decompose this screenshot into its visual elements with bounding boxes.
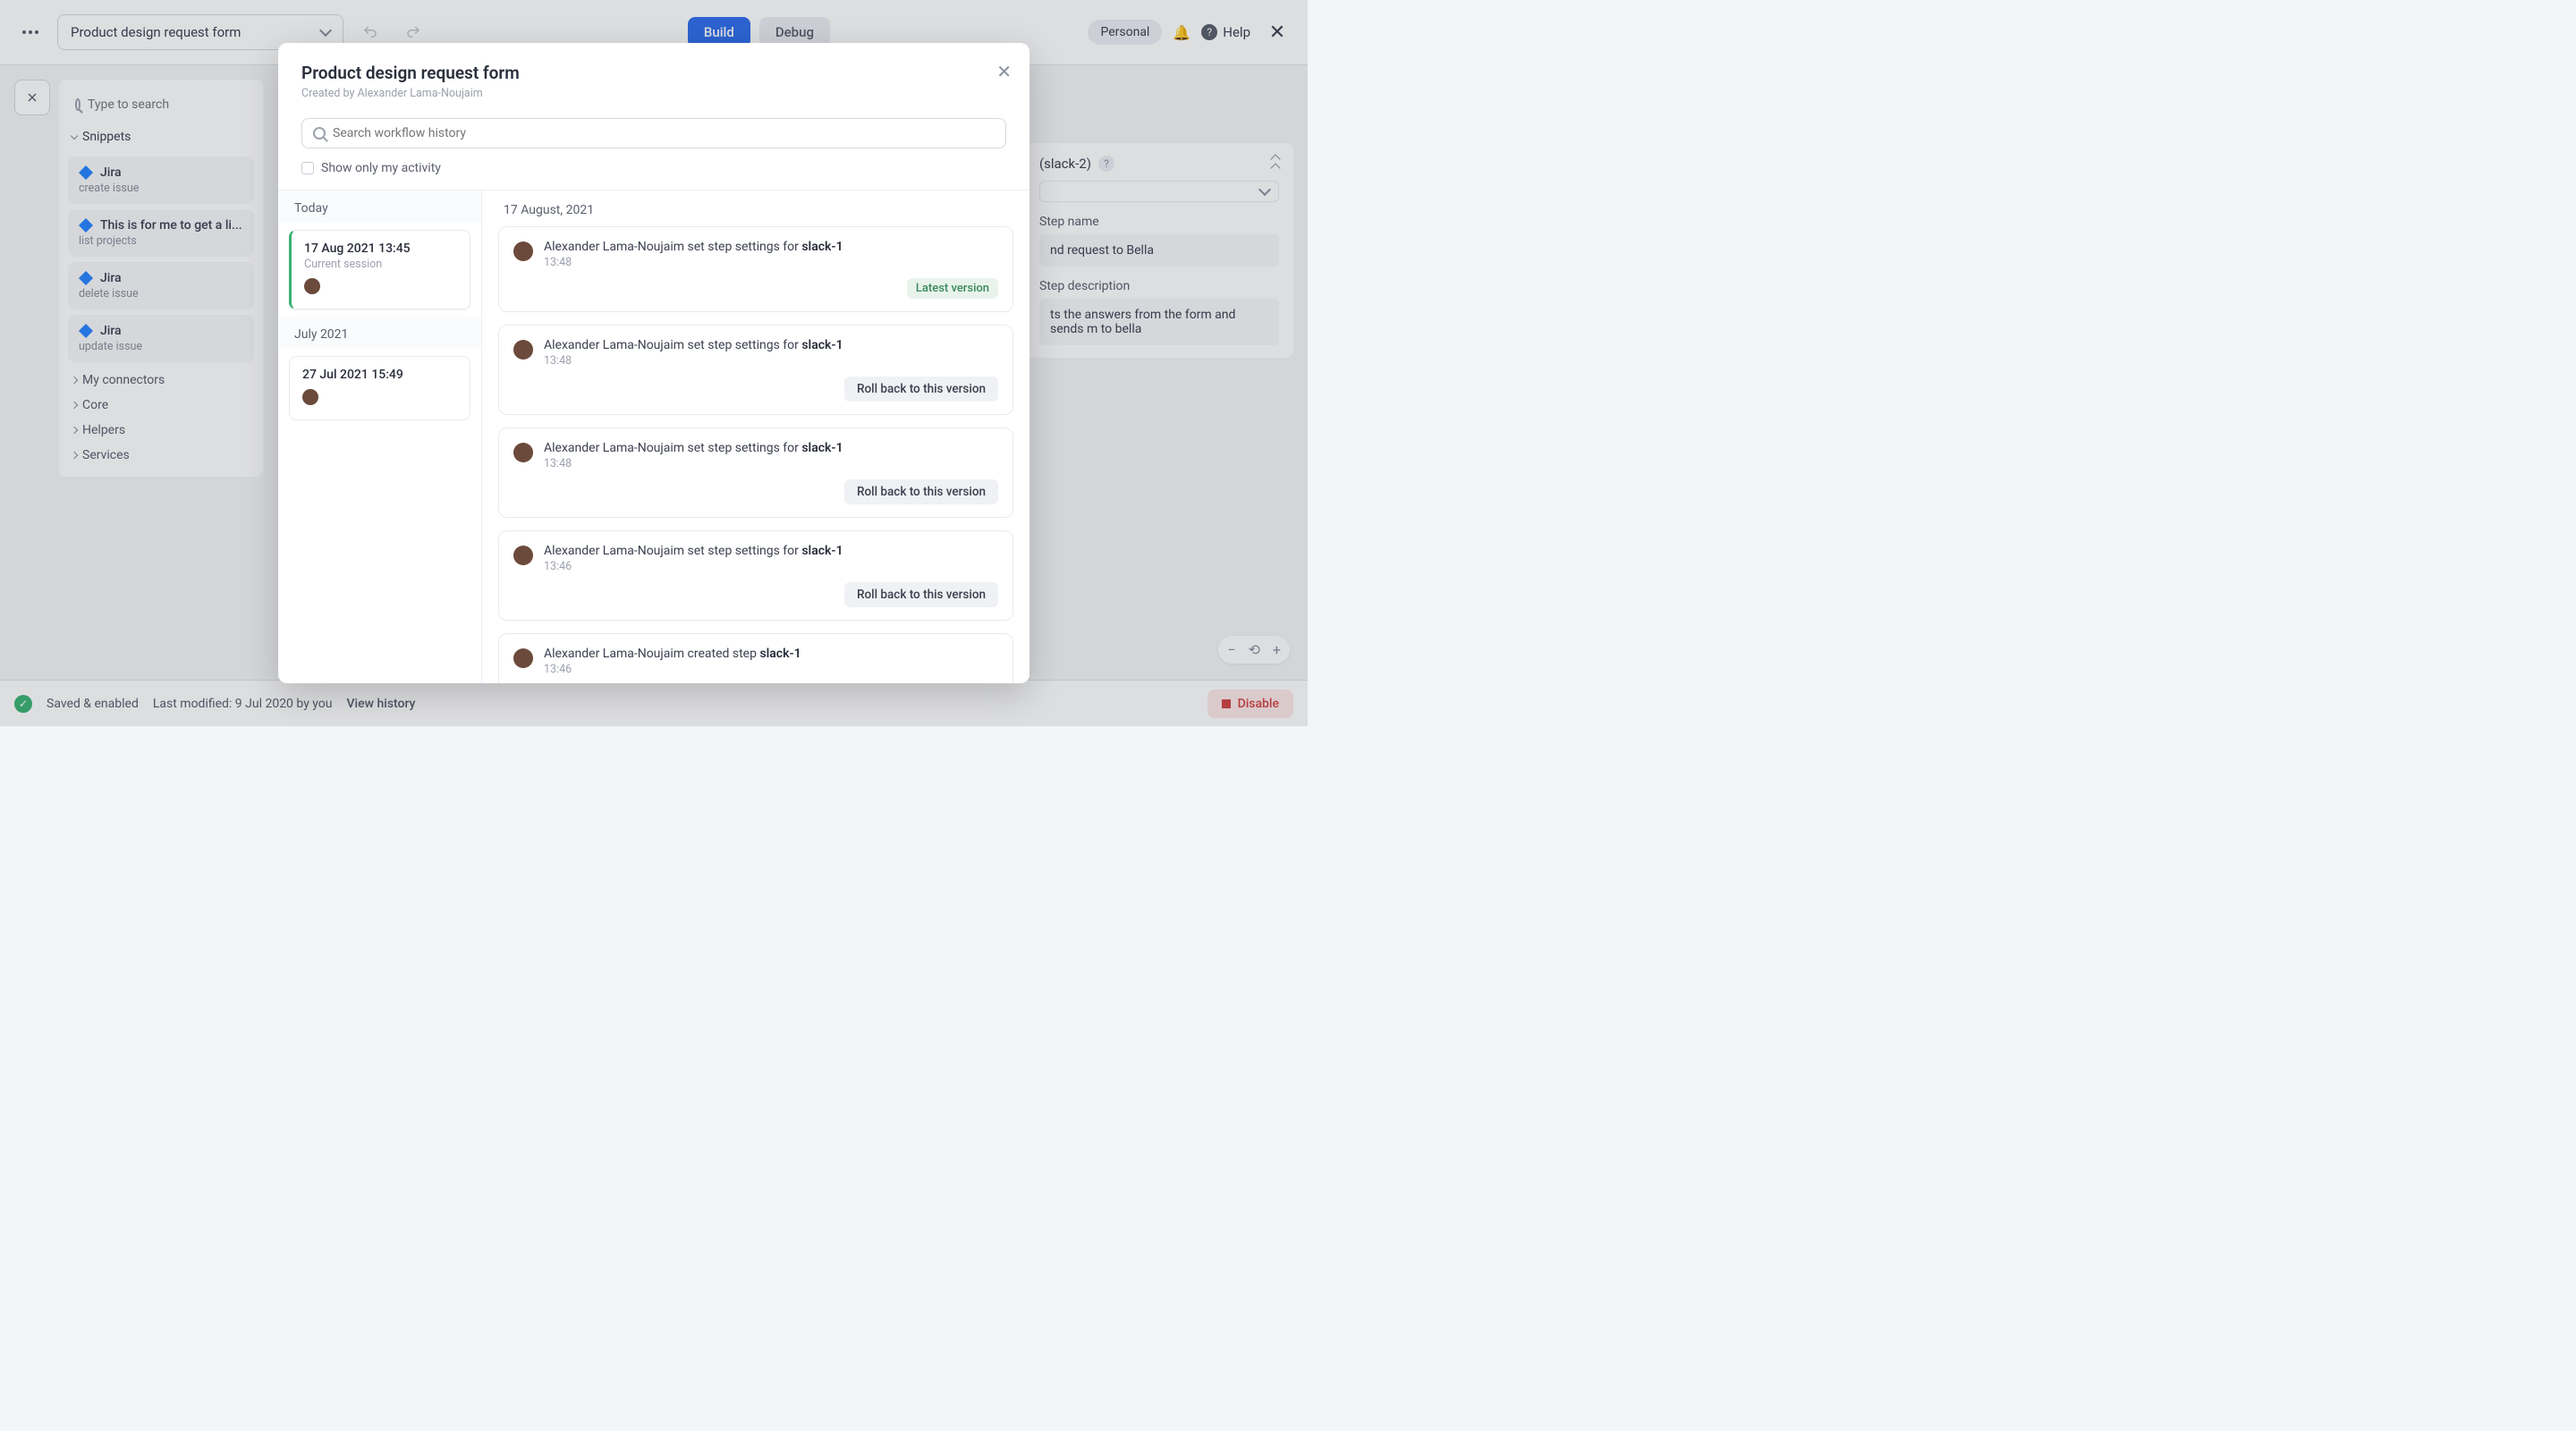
modal-close-button[interactable]: ✕ — [996, 61, 1012, 82]
session-card[interactable]: 17 Aug 2021 13:45Current session — [289, 230, 470, 309]
avatar — [513, 443, 533, 462]
event-card: Alexander Lama-Noujaim set step settings… — [498, 325, 1013, 415]
events-date: 17 August, 2021 — [498, 191, 1013, 226]
session-group-label: July 2021 — [278, 317, 481, 349]
rollback-button[interactable]: Roll back to this version — [844, 377, 998, 402]
event-card: Alexander Lama-Noujaim set step settings… — [498, 226, 1013, 312]
sessions-column: Today 17 Aug 2021 13:45Current session Jul… — [278, 191, 482, 683]
session-card[interactable]: 27 Jul 2021 15:49 — [289, 356, 470, 420]
event-card: Alexander Lama-Noujaim set step settings… — [498, 530, 1013, 621]
avatar — [513, 648, 533, 668]
rollback-button[interactable]: Roll back to this version — [844, 479, 998, 504]
avatar — [513, 340, 533, 360]
event-card: Alexander Lama-Noujaim created step slac… — [498, 633, 1013, 683]
history-search[interactable] — [301, 118, 1006, 148]
modal-title: Product design request form — [301, 63, 1006, 83]
avatar — [304, 278, 320, 294]
rollback-button[interactable]: Roll back to this version — [844, 582, 998, 607]
event-card: Alexander Lama-Noujaim set step settings… — [498, 428, 1013, 518]
history-modal: Product design request form Created by A… — [278, 43, 1030, 683]
modal-overlay[interactable]: Product design request form Created by A… — [0, 0, 1308, 726]
session-group-label: Today — [278, 191, 481, 223]
checkbox-icon — [301, 162, 314, 174]
avatar — [302, 389, 318, 405]
latest-badge: Latest version — [907, 278, 998, 299]
search-icon — [313, 127, 326, 140]
avatar — [513, 241, 533, 261]
history-search-input[interactable] — [333, 126, 995, 140]
events-column: 17 August, 2021 Alexander Lama-Noujaim s… — [482, 191, 1030, 683]
avatar — [513, 546, 533, 565]
modal-subtitle: Created by Alexander Lama-Noujaim — [301, 87, 1006, 100]
show-only-toggle[interactable]: Show only my activity — [278, 152, 1030, 190]
